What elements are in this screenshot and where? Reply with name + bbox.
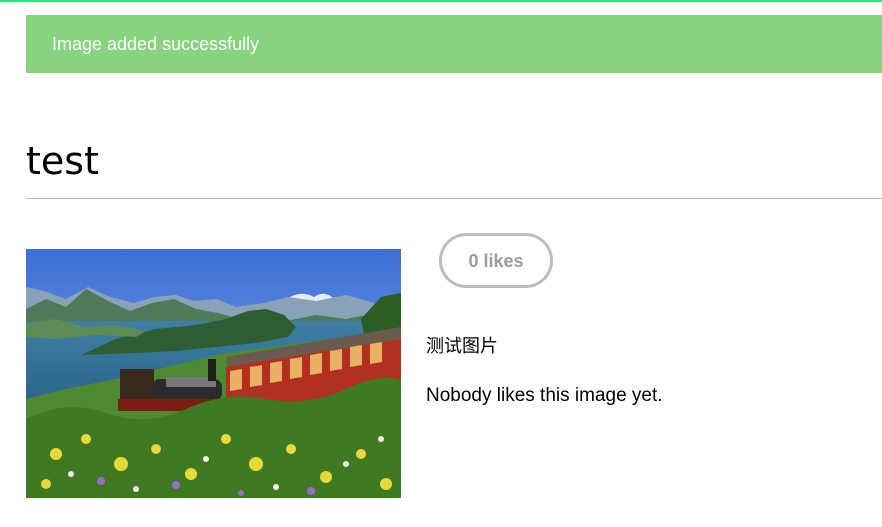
likes-status-text: Nobody likes this image yet. xyxy=(426,385,663,406)
image-photo xyxy=(26,249,401,498)
flash-message-text: Image added successfully xyxy=(52,34,260,54)
top-accent-bar xyxy=(0,0,882,2)
image-description: 测试图片 xyxy=(426,336,498,357)
flash-success-message: Image added successfully xyxy=(26,15,882,73)
title-divider xyxy=(26,198,882,199)
likes-button[interactable]: 0 likes xyxy=(439,233,553,288)
image-title: test xyxy=(26,139,99,183)
